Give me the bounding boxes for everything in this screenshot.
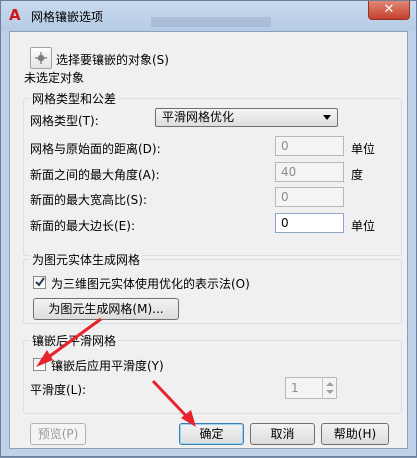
chevron-up-icon [326, 382, 334, 386]
select-objects-button[interactable] [30, 47, 52, 69]
primitive-mesh-button[interactable]: 为图元生成网格(M)... [33, 298, 179, 320]
optimized-representation-label: 为三维图元实体使用优化的表示法(O) [51, 277, 250, 291]
mesh-type-select[interactable]: 平滑网格优化 [155, 108, 338, 127]
distance-field[interactable]: 0 [275, 136, 344, 156]
smoothness-level-value: 1 [291, 381, 299, 395]
max-angle-label: 新面之间的最大角度(A): [30, 168, 160, 182]
mesh-type-group-title: 网格类型和公差 [30, 90, 119, 107]
apply-smoothness-label: 镶嵌后应用平滑度(Y) [51, 359, 164, 373]
apply-smoothness-checkbox[interactable] [33, 358, 46, 371]
mesh-type-label: 网格类型(T): [30, 114, 99, 128]
optimized-representation-checkbox[interactable] [33, 276, 46, 289]
aspect-ratio-field[interactable]: 0 [275, 187, 344, 207]
close-icon: ✕ [383, 2, 395, 17]
chevron-down-icon [323, 115, 331, 120]
max-angle-field[interactable]: 40 [275, 162, 344, 182]
distance-label: 网格与原始面的距离(D): [30, 142, 161, 156]
aspect-ratio-label: 新面的最大宽高比(S): [30, 193, 148, 207]
cancel-button[interactable]: 取消 [250, 423, 315, 445]
distance-unit: 单位 [351, 142, 376, 156]
title-bar[interactable]: A 网格镶嵌选项 ✕ [1, 1, 416, 31]
primitive-group-title: 为图元实体生成网格 [30, 251, 143, 268]
max-angle-unit: 度 [351, 168, 364, 182]
dialog-window: A 网格镶嵌选项 ✕ 选择要镶嵌的对象(S) 未选定对象 网格类型和公差 网格类… [0, 0, 417, 457]
smoothness-level-stepper[interactable]: 1 [285, 377, 337, 399]
autocad-logo-icon: A [9, 6, 21, 24]
selection-status: 未选定对象 [24, 71, 85, 85]
smoothness-level-label: 平滑度(L): [30, 383, 87, 397]
dialog-title: 网格镶嵌选项 [31, 10, 104, 24]
max-edge-unit: 单位 [351, 219, 376, 233]
close-button[interactable]: ✕ [368, 1, 410, 20]
background-window-blur [151, 17, 271, 27]
ok-button[interactable]: 确定 [179, 423, 244, 445]
mesh-type-selected: 平滑网格优化 [162, 110, 235, 124]
max-edge-label: 新面的最大边长(E): [30, 219, 135, 233]
checkmark-icon [35, 277, 45, 287]
smooth-group [23, 340, 402, 414]
chevron-down-icon [326, 390, 334, 394]
smooth-group-title: 镶嵌后平滑网格 [30, 332, 119, 349]
help-button[interactable]: 帮助(H) [321, 423, 389, 445]
stepper-arrows[interactable] [322, 378, 336, 398]
pick-cursor-icon [35, 52, 47, 64]
max-edge-field[interactable]: 0 [275, 213, 344, 233]
dialog-body: 选择要镶嵌的对象(S) 未选定对象 网格类型和公差 网格类型(T): 平滑网格优… [9, 31, 408, 449]
select-objects-label: 选择要镶嵌的对象(S) [56, 53, 169, 67]
preview-button[interactable]: 预览(P) [30, 423, 86, 445]
